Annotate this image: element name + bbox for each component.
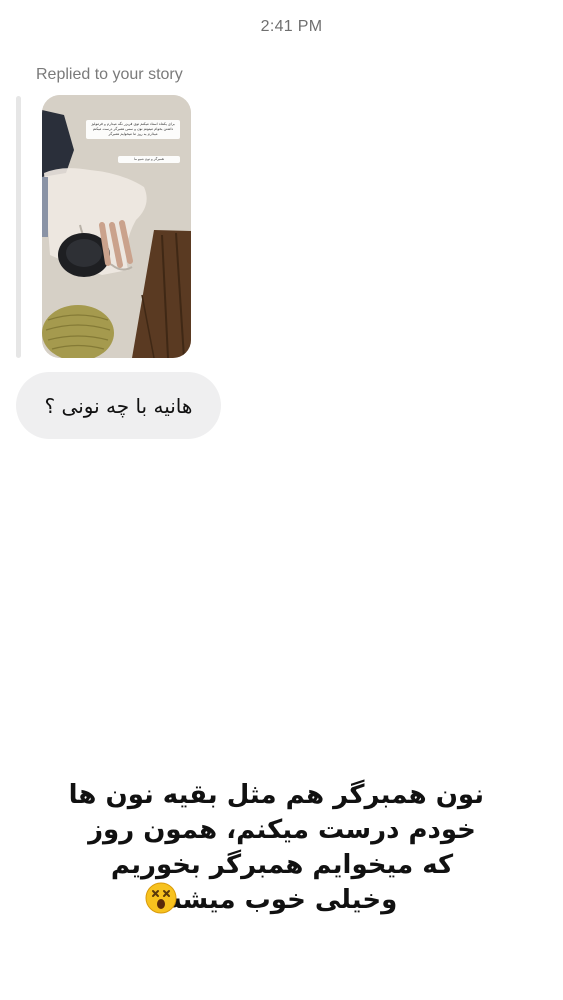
replied-to-story-label: Replied to your story	[36, 66, 183, 83]
reply-indicator-bar	[16, 96, 21, 358]
message-text: هانیه با چه نونی ؟	[44, 393, 193, 418]
story-thumbnail[interactable]: برای یکماه استاد میکنم توی فریزر نگه مید…	[42, 95, 191, 358]
overlay-text: نون همبرگر هم مثل بقیه نون ها خودم درست …	[68, 778, 484, 918]
astonished-face-icon	[145, 882, 177, 914]
story-caption-secondary: همبرگر و نون شبو ما	[118, 156, 180, 163]
timestamp: 2:41 PM	[260, 18, 323, 35]
message-bubble[interactable]: هانیه با چه نونی ؟	[16, 372, 221, 439]
overlay-line-4: وخیلی خوب میشه	[166, 885, 398, 915]
overlay-line-2: خودم درست میکنم، همون روز	[88, 815, 476, 845]
overlay-line-3: که میخوایم همبرگر بخوریم	[110, 850, 454, 880]
overlay-line-1: نون همبرگر هم مثل بقیه نون ها	[68, 780, 484, 810]
story-caption: برای یکماه استاد میکنم توی فریزر نگه مید…	[86, 120, 180, 139]
